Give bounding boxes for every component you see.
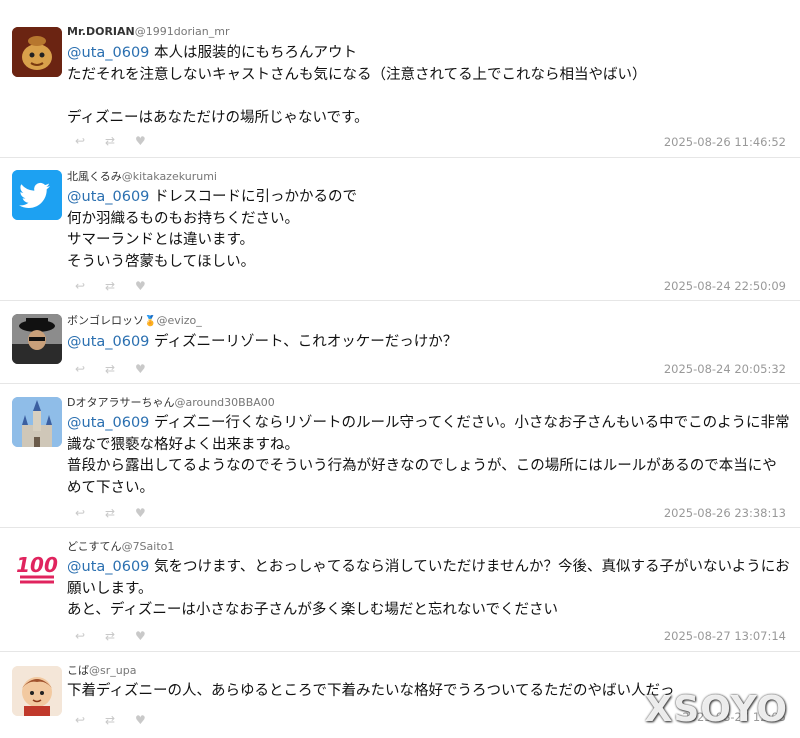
like-icon[interactable]: ♥: [135, 135, 149, 147]
castle-icon: [12, 397, 62, 447]
tweet-actions: ↩ ⇄ ♥: [75, 507, 149, 519]
reply-icon[interactable]: ↩: [75, 135, 89, 147]
list-item: Dオタアラサーちゃん@around30BBA00 @uta_0609 ディズニー…: [0, 384, 800, 528]
tweet-text: @uta_0609 ディズニー行くならリゾートのルール守ってください。小さなお子…: [67, 413, 790, 499]
list-item: 北風くるみ@kitakazekurumi @uta_0609 ドレスコードに引っ…: [0, 158, 800, 301]
retweet-icon[interactable]: ⇄: [105, 507, 119, 519]
list-item: Mr.DORIAN@1991dorian_mr @uta_0609 本人は服装的…: [0, 0, 800, 158]
mention-link[interactable]: @uta_0609: [67, 559, 149, 575]
tweet-actions: ↩ ⇄ ♥: [75, 135, 149, 147]
user-handle[interactable]: @kitakazekurumi: [122, 170, 217, 183]
user-handle[interactable]: @evizo_: [156, 314, 201, 327]
tweet-body: 気をつけます、とおっしゃてるなら消していただけませんか？今後、真似する子がいない…: [67, 559, 790, 618]
cartoon-boy-icon: [12, 666, 62, 716]
like-icon[interactable]: ♥: [135, 714, 149, 726]
tweet-header: どこすてん@7Saito1: [67, 538, 174, 554]
reply-icon[interactable]: ↩: [75, 714, 89, 726]
person-hat-icon: [12, 314, 62, 364]
tweet-header: 北風くるみ@kitakazekurumi: [67, 168, 217, 184]
retweet-icon[interactable]: ⇄: [105, 714, 119, 726]
display-name[interactable]: どこすてん: [67, 540, 122, 553]
tweet-actions: ↩ ⇄ ♥: [75, 363, 149, 375]
tweet-body: ディズニー行くならリゾートのルール守ってください。小さなお子さんもいる中でこのよ…: [67, 415, 790, 496]
timestamp: 2025-08-24 20:05:32: [663, 362, 786, 376]
tweet-body: 下着ディズニーの人、あらゆるところで下着みたいな格好でうろついてるただのやばい人…: [67, 683, 675, 699]
tweet-text: @uta_0609 ドレスコードに引っかかるので 何か羽織るものもお持ちください…: [67, 187, 790, 273]
tweet-text: @uta_0609 気をつけます、とおっしゃてるなら消していただけませんか？今後…: [67, 557, 790, 622]
reply-icon[interactable]: ↩: [75, 363, 89, 375]
timestamp: 2025-08-24 22:50:09: [663, 279, 786, 293]
display-name[interactable]: こば: [67, 664, 89, 677]
tweet-header: こば@sr_upa: [67, 662, 136, 678]
user-handle[interactable]: @1991dorian_mr: [135, 25, 230, 38]
avatar[interactable]: [12, 314, 62, 364]
like-icon[interactable]: ♥: [135, 280, 149, 292]
tweet-header: Mr.DORIAN@1991dorian_mr: [67, 25, 230, 38]
like-icon[interactable]: ♥: [135, 630, 149, 642]
retweet-icon[interactable]: ⇄: [105, 630, 119, 642]
reply-icon[interactable]: ↩: [75, 630, 89, 642]
display-name[interactable]: ボンゴレロッソ: [67, 314, 144, 327]
reply-icon[interactable]: ↩: [75, 507, 89, 519]
tweet-header: ボンゴレロッソ🏅@evizo_: [67, 312, 202, 328]
mention-link[interactable]: @uta_0609: [67, 415, 149, 431]
display-name[interactable]: Mr.DORIAN: [67, 25, 135, 38]
tweet-actions: ↩ ⇄ ♥: [75, 280, 149, 292]
display-name[interactable]: Dオタアラサーちゃん: [67, 396, 174, 409]
list-item: ボンゴレロッソ🏅@evizo_ @uta_0609 ディズニーリゾート、これオッ…: [0, 301, 800, 384]
retweet-icon[interactable]: ⇄: [105, 363, 119, 375]
user-handle[interactable]: @sr_upa: [89, 664, 136, 677]
tweet-actions: ↩ ⇄ ♥: [75, 630, 149, 642]
medal-icon: 🏅: [144, 316, 157, 327]
like-icon[interactable]: ♥: [135, 363, 149, 375]
user-handle[interactable]: @around30BBA00: [174, 396, 274, 409]
user-handle[interactable]: @7Saito1: [122, 540, 175, 553]
tweet-text: @uta_0609 ディズニーリゾート、これオッケーだっけか？: [67, 332, 790, 354]
tweet-actions: ↩ ⇄ ♥: [75, 714, 149, 726]
timestamp: 2025-08-26 23:38:13: [663, 506, 786, 520]
like-icon[interactable]: ♥: [135, 507, 149, 519]
mention-link[interactable]: @uta_0609: [67, 45, 149, 61]
avatar[interactable]: [12, 170, 62, 220]
reply-icon[interactable]: ↩: [75, 280, 89, 292]
display-name[interactable]: 北風くるみ: [67, 170, 122, 183]
tweet-body: ディズニーリゾート、これオッケーだっけか？: [149, 334, 458, 350]
timestamp: 2025-08-27 13:07:14: [663, 629, 786, 643]
mention-link[interactable]: @uta_0609: [67, 189, 149, 205]
avatar[interactable]: [12, 397, 62, 447]
list-item: 100 どこすてん@7Saito1 @uta_0609 気をつけます、とおっしゃ…: [0, 528, 800, 652]
watermark-logo: XSOYO: [644, 689, 788, 730]
mention-link[interactable]: @uta_0609: [67, 334, 149, 350]
avatar[interactable]: [12, 666, 62, 716]
twitter-bird-icon: [12, 170, 62, 220]
avatar[interactable]: 100: [12, 541, 62, 591]
mrs-potts-icon: [12, 27, 62, 77]
retweet-icon[interactable]: ⇄: [105, 135, 119, 147]
retweet-icon[interactable]: ⇄: [105, 280, 119, 292]
avatar[interactable]: [12, 27, 62, 77]
svg-text:100: 100: [16, 553, 58, 577]
tweet-header: Dオタアラサーちゃん@around30BBA00: [67, 394, 275, 410]
timestamp: 2025-08-26 11:46:52: [663, 135, 786, 149]
tweet-text: @uta_0609 本人は服装的にもちろんアウト ただそれを注意しないキャストさ…: [67, 43, 790, 129]
tweet-body: 本人は服装的にもちろんアウト ただそれを注意しないキャストさんも気になる（注意さ…: [67, 45, 647, 126]
hundred-points-icon: 100: [12, 541, 62, 591]
